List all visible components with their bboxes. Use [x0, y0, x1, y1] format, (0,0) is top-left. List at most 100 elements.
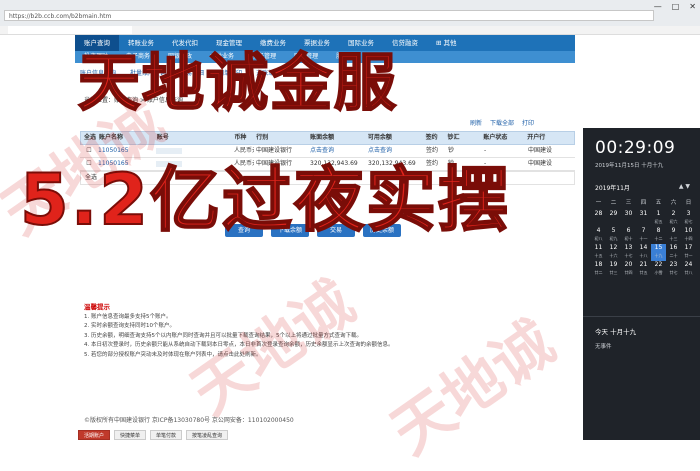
calendar-day[interactable]: 7 十一 [636, 227, 651, 244]
browser-tab[interactable] [8, 26, 132, 34]
close-button[interactable]: ✕ [689, 2, 696, 11]
select-all-header[interactable]: 全选 [81, 132, 97, 144]
calendar-day[interactable]: 6 初十 [621, 227, 636, 244]
browser-window: https://b2b.ccb.com/b2bmain.htm — □ ✕ 账户… [0, 0, 700, 468]
day-number: 29 [609, 210, 618, 217]
available-balance-cell[interactable]: 点击查询 [366, 145, 424, 157]
cash-remit-cell: 钞 [448, 147, 455, 154]
calendar-day[interactable]: 10 十四 [681, 227, 696, 244]
lunar-label: 廿一 [684, 253, 693, 258]
calendar-day[interactable]: 19 廿三 [606, 261, 621, 278]
day-number: 21 [639, 261, 648, 268]
currency-cell: 人民币元 [234, 147, 254, 154]
weekday-label: 二 [610, 200, 617, 206]
calendar-day[interactable]: 16 二十 [666, 244, 681, 261]
clock-date[interactable]: 2019年11月15日 十月十九 [595, 161, 663, 169]
day-number: 31 [639, 210, 648, 217]
lunar-label: 初七 [684, 219, 693, 224]
print-link[interactable]: 打印 [522, 118, 534, 127]
tip-line: 5. 若您的部分授权账户突动未及时体现在账户列表中，请点击此处刷新。 [84, 351, 262, 358]
prev-month-icon[interactable]: ▲ [679, 183, 684, 190]
calendar-day[interactable]: 23 廿七 [666, 261, 681, 278]
tip-line: 1. 账户信息查询最多支持5个账户。 [84, 313, 172, 320]
account-name-cell[interactable]: 11050165 [96, 145, 154, 157]
day-number: 28 [594, 210, 603, 217]
calendar-day[interactable]: 11 十五 [591, 244, 606, 261]
day-number: 8 [656, 227, 661, 234]
weekday-label: 四 [640, 200, 647, 206]
header-currency: 币种 [234, 134, 247, 141]
table-row: ☐ 11050165 人民币元 中国建设银行 点击查询 点击查询 签约 钞 - … [80, 145, 575, 158]
calendar-day[interactable]: 28 [591, 210, 606, 227]
quick-tab-single-payment[interactable]: 单笔付款 [150, 430, 183, 440]
lunar-label: 初八 [594, 236, 603, 241]
calendar-nav: ▲ ▼ [679, 183, 690, 190]
day-number: 13 [624, 244, 633, 251]
calendar-day[interactable]: 4 初八 [591, 227, 606, 244]
calendar-day[interactable]: 3 初七 [681, 210, 696, 227]
book-balance-cell[interactable]: 点击查询 [308, 145, 366, 157]
calendar-day[interactable]: 12 十六 [606, 244, 621, 261]
weekday-label: 五 [655, 200, 662, 206]
header-signed: 签约 [425, 134, 438, 141]
account-no-cell [154, 145, 232, 157]
day-number: 4 [596, 227, 601, 234]
quick-tab-current-account[interactable]: 活期账户 [78, 430, 111, 440]
quick-tab-shortcuts[interactable]: 快捷菜单 [114, 430, 147, 440]
nav-more[interactable]: ⊞ 其他 [427, 35, 466, 51]
calendar-day[interactable]: 30 [621, 210, 636, 227]
download-all-link[interactable]: 下载全部 [490, 118, 514, 127]
day-number: 20 [624, 261, 633, 268]
day-number: 16 [669, 244, 678, 251]
next-month-icon[interactable]: ▼ [685, 183, 690, 190]
lunar-label: 廿八 [684, 270, 693, 275]
calendar-day[interactable]: 24 廿八 [681, 261, 696, 278]
minimize-button[interactable]: — [654, 2, 662, 11]
calendar-day[interactable]: 22 小雪 [651, 261, 666, 278]
calendar-day-today[interactable]: 15 十九 [651, 244, 666, 261]
weekday-label: 日 [685, 200, 692, 206]
header-bank: 行别 [256, 134, 269, 141]
calendar-day[interactable]: 29 [606, 210, 621, 227]
header-cash-remit: 钞汇 [447, 134, 460, 141]
calendar-day[interactable]: 20 廿四 [621, 261, 636, 278]
tips-panel: 温馨提示 1. 账户信息查询最多支持5个账户。 2. 实时余额查询支持同时10个… [84, 303, 564, 360]
calendar-day[interactable]: 14 十八 [636, 244, 651, 261]
calendar-day[interactable]: 5 初九 [606, 227, 621, 244]
clock-time: 00:29:09 [595, 138, 676, 158]
calendar-grid: 28 29 30 31 1 初五 2 初六 3 初七 4 初八 5 初九 6 初十 7 十一 8 十二 9 十三 10 十四 1… [591, 210, 696, 278]
calendar-month[interactable]: 2019年11月 [595, 183, 630, 192]
lunar-label: 初十 [624, 236, 633, 241]
lunar-label: 十八 [639, 253, 648, 258]
overlay-headline: 天地诚金服 [77, 46, 399, 119]
calendar-day[interactable]: 8 十二 [651, 227, 666, 244]
day-number: 24 [684, 261, 693, 268]
calendar-day[interactable]: 21 廿五 [636, 261, 651, 278]
lunar-label: 小雪 [654, 270, 663, 275]
weekday-label: 六 [670, 200, 677, 206]
quick-tab-query[interactable]: 按笔凌乱查询 [186, 430, 229, 440]
day-number: 19 [609, 261, 618, 268]
address-bar[interactable]: https://b2b.ccb.com/b2bmain.htm [4, 10, 654, 21]
row-checkbox[interactable]: ☐ [80, 145, 96, 157]
calendar-day[interactable]: 17 廿一 [681, 244, 696, 261]
calendar-day[interactable]: 18 廿二 [591, 261, 606, 278]
branch-cell: 中国建设 [528, 147, 553, 154]
calendar-day[interactable]: 9 十三 [666, 227, 681, 244]
day-number: 10 [684, 227, 693, 234]
header-account-no: 账号 [156, 134, 169, 141]
header-status: 账户状态 [483, 134, 508, 141]
refresh-link[interactable]: 刷新 [470, 118, 482, 127]
bank-cell: 中国建设银行 [256, 147, 293, 154]
day-number: 6 [626, 227, 631, 234]
status-cell: - [484, 147, 487, 154]
header-branch: 开户行 [527, 134, 546, 141]
calendar-day[interactable]: 1 初五 [651, 210, 666, 227]
lunar-label: 十二 [654, 236, 663, 241]
calendar-day[interactable]: 31 [636, 210, 651, 227]
lunar-label: 初九 [609, 236, 618, 241]
maximize-button[interactable]: □ [672, 2, 680, 11]
calendar-day[interactable]: 13 十七 [621, 244, 636, 261]
tip-line: 3. 历史余额，明细查询支持5个以内账户同时查询并且可以批量下载查询结果，5个以… [84, 332, 362, 339]
calendar-day[interactable]: 2 初六 [666, 210, 681, 227]
